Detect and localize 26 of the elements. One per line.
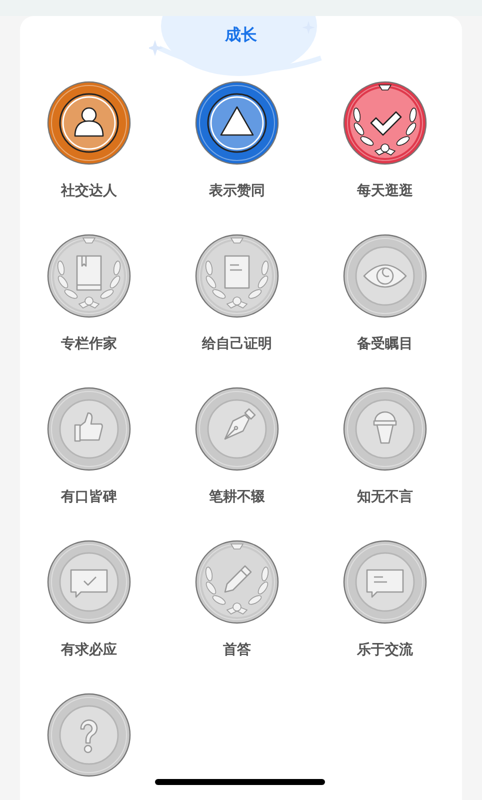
section-title: 成长 xyxy=(225,25,257,45)
triangle-medal-icon[interactable] xyxy=(195,81,279,165)
pencil-medal-icon[interactable] xyxy=(195,540,279,624)
eye-medal-icon[interactable] xyxy=(343,234,427,318)
badge-label: 首答 xyxy=(223,642,251,659)
thumb-medal-icon[interactable] xyxy=(47,387,131,471)
badge-label: 有口皆碑 xyxy=(61,489,117,506)
person-medal-icon[interactable] xyxy=(47,81,131,165)
pen-medal-icon[interactable] xyxy=(195,387,279,471)
badge-label: 知无不言 xyxy=(357,489,413,506)
check-medal-icon[interactable] xyxy=(343,81,427,165)
badge-label: 笔耕不辍 xyxy=(209,489,265,506)
book-medal-icon[interactable] xyxy=(47,234,131,318)
question-medal-icon[interactable] xyxy=(47,693,131,777)
badge-label: 表示赞同 xyxy=(209,183,265,200)
badge-label: 有求必应 xyxy=(61,642,117,659)
microphone-medal-icon[interactable] xyxy=(343,387,427,471)
badge-label: 备受瞩目 xyxy=(357,336,413,353)
badge-label: 专栏作家 xyxy=(61,336,117,353)
badge-label: 乐于交流 xyxy=(357,642,413,659)
badge-label: 给自己证明 xyxy=(202,336,272,353)
chat-lines-medal-icon[interactable] xyxy=(343,540,427,624)
document-medal-icon[interactable] xyxy=(195,234,279,318)
badge-label: 每天逛逛 xyxy=(357,183,413,200)
chat-check-medal-icon[interactable] xyxy=(47,540,131,624)
badge-label: 社交达人 xyxy=(61,183,117,200)
